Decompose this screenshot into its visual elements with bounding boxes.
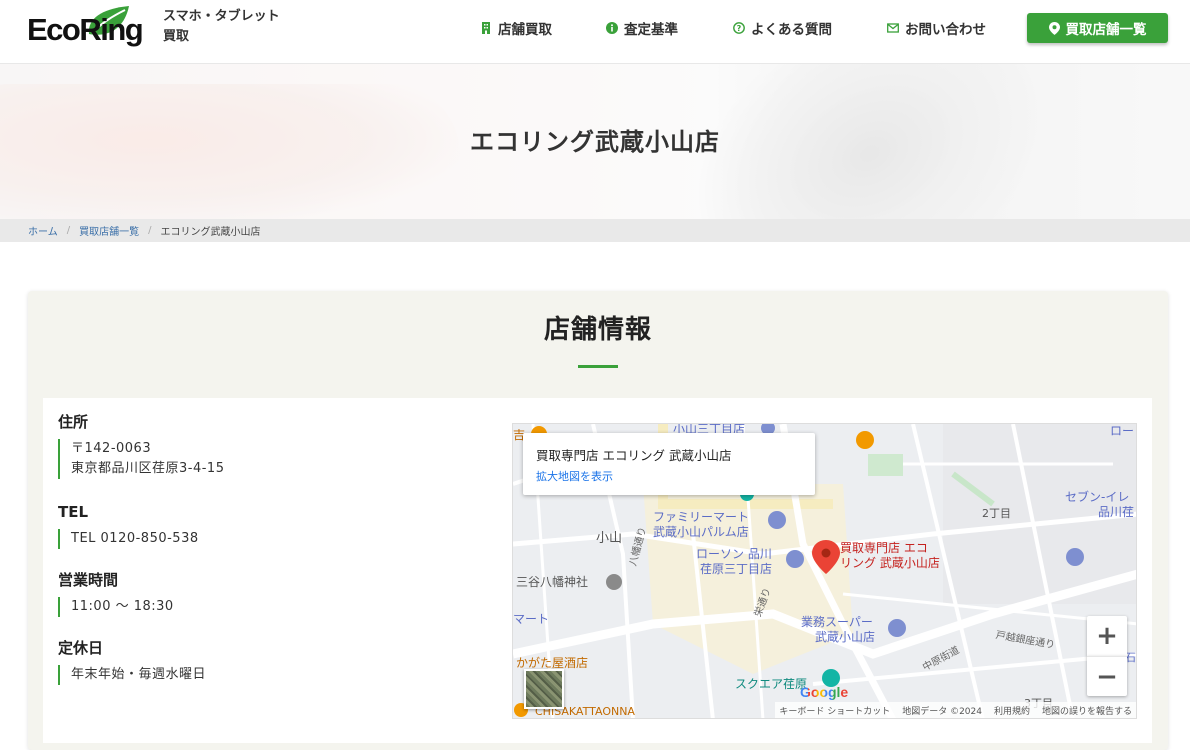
ecoring-logo[interactable]: EcoRing <box>27 6 151 50</box>
breadcrumb: ホーム / 買取店舗一覧 / エコリング武蔵小山店 <box>0 219 1190 242</box>
closed-block: 定休日 年末年始・毎週水曜日 <box>58 638 478 685</box>
map-attribution: キーボード ショートカット 地図データ ©2024 利用規約 地図の誤りを報告す… <box>775 702 1136 718</box>
logo-text: EcoRing <box>27 12 144 47</box>
store-list-button[interactable]: 買取店舗一覧 <box>1027 13 1168 43</box>
map-label: 業務スーパー <box>801 615 873 629</box>
site-header: EcoRing スマホ・タブレット 買取 店舗買取 査定基準 ? よくある質問 … <box>0 0 1190 64</box>
tel-block: TEL TEL 0120-850-538 <box>58 502 478 549</box>
breadcrumb-current: エコリング武蔵小山店 <box>160 227 261 238</box>
nav-assessment-criteria[interactable]: 査定基準 <box>606 18 678 38</box>
tel-body: TEL 0120-850-538 <box>58 529 478 549</box>
map-pin-icon <box>1048 21 1060 35</box>
store-info-card: 店舗情報 住所 〒142-0063 東京都品川区荏原3-4-15 TEL TEL… <box>28 291 1168 750</box>
page-title: エコリング武蔵小山店 <box>470 128 720 156</box>
nav-label: お問い合わせ <box>905 22 986 38</box>
hours-label: 営業時間 <box>58 571 119 589</box>
map-label: 三谷八幡神社 <box>516 575 589 589</box>
map-info-store-name: 買取専門店 エコリング 武蔵小山店 <box>536 448 732 463</box>
postal-code: 〒142-0063 <box>71 441 152 456</box>
map-label: リング 武蔵小山店 <box>840 556 940 570</box>
title-underline <box>578 365 618 368</box>
map-label: 2丁目 <box>982 507 1011 520</box>
address-text: 東京都品川区荏原3-4-15 <box>71 461 225 476</box>
map-label: 荏原三丁目店 <box>700 562 773 576</box>
address-body: 〒142-0063 東京都品川区荏原3-4-15 <box>58 439 478 479</box>
map-info-window: 買取専門店 エコリング 武蔵小山店 拡大地図を表示 <box>523 433 815 495</box>
breadcrumb-store-list[interactable]: 買取店舗一覧 <box>79 223 139 238</box>
map-label: 武蔵小山店 <box>815 630 876 644</box>
tagline-line1: スマホ・タブレット <box>163 9 280 24</box>
address-label: 住所 <box>58 413 89 431</box>
zoom-out-button[interactable]: − <box>1087 656 1127 696</box>
hero-banner: エコリング武蔵小山店 <box>0 64 1190 219</box>
closed-label: 定休日 <box>58 639 104 657</box>
map-label: 武蔵小山パルム店 <box>653 525 749 539</box>
map-label: ファミリーマート <box>653 510 750 524</box>
tel-label: TEL <box>58 503 89 521</box>
envelope-icon <box>887 23 899 33</box>
view-larger-map-link[interactable]: 拡大地図を表示 <box>536 468 613 484</box>
nav-label: 店舗買取 <box>498 22 552 38</box>
hours-value: 11:00 〜 18:30 <box>71 599 174 614</box>
breadcrumb-separator: / <box>148 225 152 236</box>
map-label: ローソン 品川 <box>696 547 772 561</box>
map-label: 小山 <box>596 531 623 546</box>
terms-link[interactable]: 利用規約 <box>994 704 1030 717</box>
section-title: 店舗情報 <box>543 315 652 345</box>
map-data-credit: 地図データ ©2024 <box>902 706 982 717</box>
nav-contact[interactable]: お問い合わせ <box>887 18 986 38</box>
map-label: マート <box>513 612 550 626</box>
map-label: セブン-イレ <box>1065 490 1130 504</box>
nav-faq[interactable]: ? よくある質問 <box>733 18 832 38</box>
google-map[interactable]: 小山三丁目店 ロー 吉 ファミリーマート 武蔵小山パルム店 小山 ローソン 品川… <box>512 423 1137 719</box>
breadcrumb-home[interactable]: ホーム <box>28 223 58 238</box>
nav-label: よくある質問 <box>751 22 832 38</box>
breadcrumb-separator: / <box>66 225 71 236</box>
hours-body: 11:00 〜 18:30 <box>58 597 478 617</box>
store-list-label: 買取店舗一覧 <box>1065 22 1147 38</box>
nav-store-buyback[interactable]: 店舗買取 <box>480 18 552 38</box>
map-label: 買取専門店 エコ <box>840 541 928 555</box>
google-logo: Google <box>800 684 848 700</box>
store-info-panel: 住所 〒142-0063 東京都品川区荏原3-4-15 TEL TEL 0120… <box>43 398 1152 743</box>
map-label: ロー <box>1110 424 1135 438</box>
report-error-link[interactable]: 地図の誤りを報告する <box>1042 704 1132 717</box>
closed-body: 年末年始・毎週水曜日 <box>58 665 478 685</box>
google-logo-text: Google <box>800 684 849 700</box>
satellite-toggle-button[interactable] <box>524 669 564 709</box>
map-label: スクエア荏原 <box>735 677 808 691</box>
tel-value[interactable]: TEL 0120-850-538 <box>71 529 478 549</box>
address-block: 住所 〒142-0063 東京都品川区荏原3-4-15 <box>58 412 478 479</box>
nav-label: 査定基準 <box>624 22 678 38</box>
zoom-in-button[interactable]: + <box>1087 616 1127 656</box>
question-circle-icon: ? <box>733 22 745 34</box>
building-icon <box>482 22 490 34</box>
map-label: 品川荏 <box>1098 505 1135 519</box>
info-circle-icon <box>606 22 618 34</box>
tagline: スマホ・タブレット 買取 <box>163 7 280 47</box>
hours-block: 営業時間 11:00 〜 18:30 <box>58 570 478 617</box>
closed-value: 年末年始・毎週水曜日 <box>71 667 207 682</box>
keyboard-shortcuts-link[interactable]: キーボード ショートカット <box>779 704 890 717</box>
tagline-line2: 買取 <box>163 29 190 44</box>
svg-text:?: ? <box>737 24 742 33</box>
